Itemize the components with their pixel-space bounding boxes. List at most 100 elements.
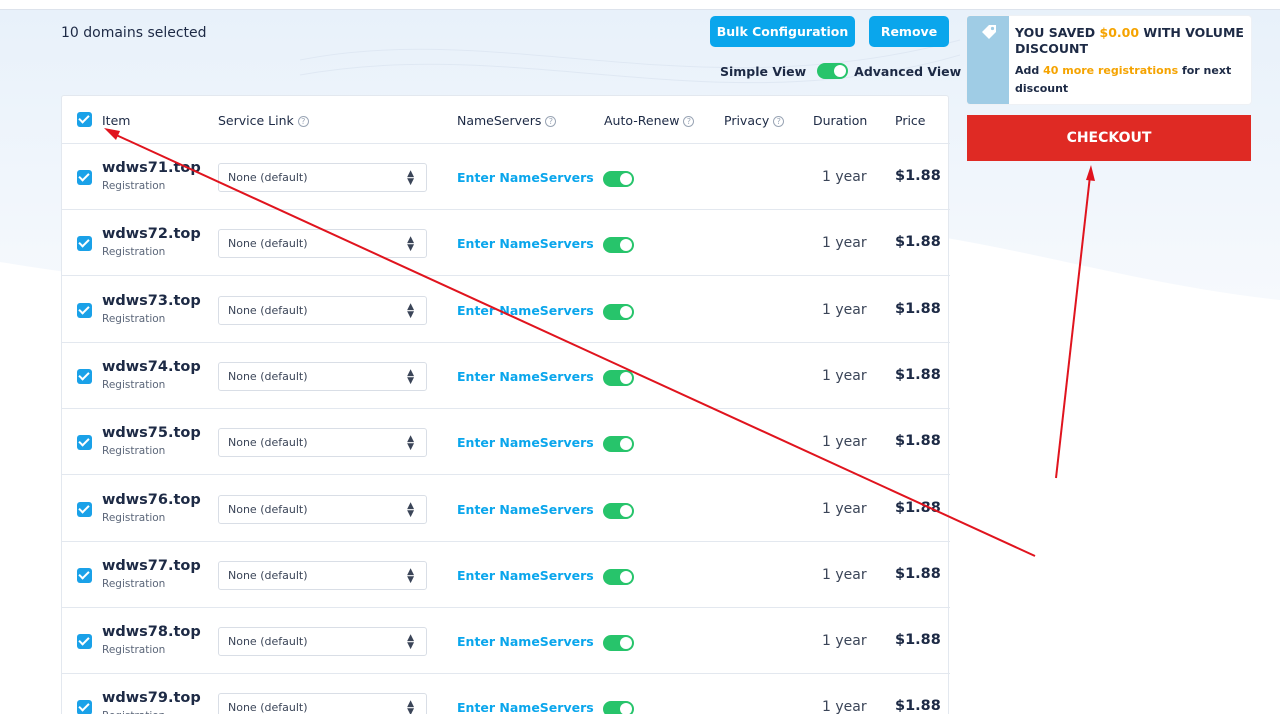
row-checkbox[interactable] <box>77 700 92 714</box>
duration-value[interactable]: 1 year <box>822 302 867 318</box>
service-link-select[interactable]: None (default) ▲ ▼ <box>218 229 427 259</box>
auto-renew-toggle[interactable] <box>603 171 634 187</box>
domain-name: wdws74.top <box>102 358 201 375</box>
domain-name: wdws72.top <box>102 226 201 243</box>
row-checkbox[interactable] <box>77 435 92 451</box>
select-arrow-icon: ▲ ▼ <box>407 633 414 652</box>
column-auto-renew-label: Auto-Renew <box>604 113 680 128</box>
price-value: $1.88 <box>895 234 941 251</box>
remove-button[interactable]: Remove <box>869 16 949 47</box>
select-arrow-icon: ▲ ▼ <box>407 500 414 519</box>
column-service-link: Service Link? <box>218 113 309 128</box>
price-tag-column <box>967 16 1009 104</box>
row-checkbox[interactable] <box>77 302 92 318</box>
domain-name: wdws79.top <box>102 690 201 707</box>
duration-value[interactable]: 1 year <box>822 235 867 251</box>
enter-nameservers-link[interactable]: Enter NameServers <box>457 435 594 450</box>
service-link-select[interactable]: None (default) ▲ ▼ <box>218 494 427 524</box>
service-link-select[interactable]: None (default) ▲ ▼ <box>218 693 427 714</box>
service-link-select[interactable]: None (default) ▲ ▼ <box>218 428 427 458</box>
domain-type: Registration <box>102 511 166 524</box>
auto-renew-toggle[interactable] <box>603 303 634 320</box>
column-privacy: Privacy? <box>724 113 785 128</box>
row-checkbox[interactable] <box>77 170 92 185</box>
auto-renew-toggle[interactable] <box>603 237 634 254</box>
column-price: Price <box>895 113 926 128</box>
select-arrow-icon: ▲ ▼ <box>407 434 414 453</box>
enter-nameservers-link[interactable]: Enter NameServers <box>457 303 594 318</box>
view-toggle: Simple View Advanced View <box>720 63 961 79</box>
table-row: wdws79.top Registration None (default) ▲▼ En… <box>62 674 950 714</box>
select-arrow-icon: ▲ ▼ <box>407 566 414 585</box>
duration-value[interactable]: 1 year <box>822 633 867 649</box>
help-icon[interactable]: ? <box>545 116 557 127</box>
row-checkbox[interactable] <box>77 368 92 384</box>
row-checkbox[interactable] <box>77 634 92 650</box>
help-icon[interactable]: ? <box>297 116 309 127</box>
help-icon[interactable]: ? <box>773 116 785 127</box>
auto-renew-toggle[interactable] <box>603 568 634 585</box>
price-value: $1.88 <box>895 433 941 450</box>
service-link-select[interactable]: None (default) ▲ ▼ <box>218 627 427 657</box>
title-text: YOU SAVED <box>1015 25 1100 40</box>
toggle-knob <box>620 305 632 318</box>
auto-renew-toggle[interactable] <box>603 369 634 386</box>
service-link-select[interactable]: None (default) ▲ ▼ <box>218 560 427 590</box>
price-value: $1.88 <box>895 168 941 184</box>
annotation-arrowhead <box>1086 165 1095 181</box>
row-checkbox[interactable] <box>77 236 92 252</box>
toggle-knob <box>620 371 632 384</box>
duration-value[interactable]: 1 year <box>822 501 867 517</box>
service-link-select[interactable]: None (default) ▲ ▼ <box>218 295 427 325</box>
price-value: $1.88 <box>895 565 941 582</box>
volume-discount-banner: YOU SAVED $0.00 WITH VOLUME DISCOUNT Add… <box>967 16 1251 104</box>
enter-nameservers-link[interactable]: Enter NameServers <box>457 369 594 384</box>
table-row: wdws73.top Registration None (default) ▲ ▼ En… <box>62 277 950 343</box>
enter-nameservers-link[interactable]: Enter NameServers <box>457 502 594 517</box>
volume-discount-title: YOU SAVED $0.00 WITH VOLUME DISCOUNT <box>1015 25 1245 57</box>
toggle-knob <box>620 570 632 583</box>
service-link-select[interactable]: None (default) ▲ ▼ <box>218 163 427 192</box>
service-link-select[interactable]: None (default) ▲ ▼ <box>218 361 427 391</box>
enter-nameservers-link[interactable]: Enter NameServers <box>457 700 594 714</box>
auto-renew-toggle[interactable] <box>603 436 634 453</box>
checkout-button[interactable]: CHECKOUT <box>967 115 1251 161</box>
column-service-link-label: Service Link <box>218 113 294 128</box>
table-row: wdws75.top Registration None (default) ▲ ▼ En… <box>62 409 950 476</box>
table-row: wdws77.top Registration None (default) ▲ ▼ En… <box>62 542 950 608</box>
help-icon[interactable]: ? <box>683 116 695 127</box>
service-link-value: None (default) <box>228 635 308 649</box>
row-checkbox[interactable] <box>77 567 92 583</box>
toggle-knob <box>620 438 632 451</box>
auto-renew-toggle[interactable] <box>603 701 634 714</box>
duration-value[interactable]: 1 year <box>822 567 867 583</box>
enter-nameservers-link[interactable]: Enter NameServers <box>457 236 594 251</box>
duration-value[interactable]: 1 year <box>822 434 867 450</box>
domain-type: Registration <box>102 180 166 192</box>
price-value: $1.88 <box>895 698 941 714</box>
select-arrow-icon: ▲ ▼ <box>407 699 414 714</box>
enter-nameservers-link[interactable]: Enter NameServers <box>457 568 594 583</box>
row-checkbox[interactable] <box>77 501 92 517</box>
column-duration: Duration <box>813 113 868 128</box>
view-toggle-switch[interactable] <box>817 63 849 79</box>
enter-nameservers-link[interactable]: Enter NameServers <box>457 634 594 649</box>
duration-value[interactable]: 1 year <box>822 169 867 185</box>
column-item: Item <box>102 113 131 128</box>
auto-renew-toggle[interactable] <box>603 635 634 652</box>
column-nameservers-label: NameServers <box>457 113 542 128</box>
domain-name: wdws73.top <box>102 292 201 309</box>
bulk-configuration-button[interactable]: Bulk Configuration <box>710 16 855 47</box>
toggle-knob <box>620 703 632 714</box>
auto-renew-toggle[interactable] <box>603 502 634 519</box>
select-all-checkbox[interactable] <box>77 112 92 127</box>
toggle-knob <box>620 239 632 252</box>
table-header: Item Service Link? NameServers? Auto-Ren… <box>62 96 950 144</box>
duration-value[interactable]: 1 year <box>822 699 867 714</box>
price-value: $1.88 <box>895 499 941 516</box>
enter-nameservers-link[interactable]: Enter NameServers <box>457 170 594 185</box>
price-value: $1.88 <box>895 632 941 649</box>
duration-value[interactable]: 1 year <box>822 368 867 384</box>
toggle-knob <box>620 504 632 517</box>
domain-type: Registration <box>102 710 165 714</box>
